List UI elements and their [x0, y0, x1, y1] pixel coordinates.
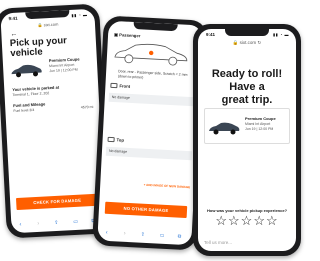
- car-image: [11, 64, 42, 78]
- parked-value: Terminal 1, Floor 2, 202: [12, 91, 50, 98]
- top-status[interactable]: No damage: [105, 146, 193, 161]
- share-icon[interactable]: ⇪: [141, 232, 146, 238]
- page-title: Ready to roll! Have a great trip.: [198, 68, 296, 108]
- car-datetime: Jun 19 | 12:00 PM: [245, 127, 274, 131]
- bookmarks-icon[interactable]: ▭: [159, 233, 164, 239]
- mileage-value: 4570 mi: [80, 104, 94, 110]
- lock-icon: 🔒: [232, 40, 239, 45]
- passenger-label: Passenger: [119, 32, 141, 39]
- phone-notch: [25, 9, 70, 20]
- add-image-link[interactable]: + ADD IMAGE OF NEW DAMAGE: [144, 183, 191, 189]
- pickup-screen: 9:41 ▮▮ ◔ ▬ 🔒 sixt.com ← Pick up your ve…: [0, 8, 106, 234]
- star-rating[interactable]: ☆☆☆☆☆: [198, 213, 296, 229]
- front-icon: [110, 82, 118, 89]
- browser-toolbar: ‹ › ⇪ ▭ ⧉: [11, 216, 105, 231]
- signal-icon: ▮▮ ◔ ▬: [272, 32, 289, 37]
- status-time: 9:41: [8, 15, 18, 22]
- car-location: Miami Int Airport: [245, 122, 271, 126]
- no-other-damage-button[interactable]: NO OTHER DAMAGE: [104, 201, 188, 219]
- camera-icon: ▣: [113, 31, 119, 38]
- car-datetime: Jun 19 | 12:00 PM: [49, 67, 78, 74]
- fuel-value: Fuel level 3/4: [13, 107, 35, 114]
- bookmarks-icon[interactable]: ▭: [73, 219, 78, 225]
- phone-notch: [225, 29, 269, 36]
- car-side-diagram[interactable]: [111, 39, 192, 69]
- damage-screen: ▣ Passenger Door, rear - Passenger side,…: [97, 20, 203, 246]
- url-text: sixt.com: [239, 40, 257, 45]
- status-time: 9:41: [206, 32, 216, 37]
- vehicle-card: Premium Coupe Miami Int Airport Jun 19 |…: [204, 108, 290, 144]
- fuel-label: Fuel and Mileage: [13, 101, 46, 109]
- forward-icon[interactable]: ›: [124, 231, 126, 237]
- feedback-input[interactable]: Tell us more...: [204, 240, 232, 245]
- url-bar[interactable]: 🔒 sixt.com: [1, 20, 95, 30]
- phone-damage: ▣ Passenger Door, rear - Passenger side,…: [92, 15, 208, 251]
- url-text: sixt.com: [43, 21, 59, 28]
- check-damage-button[interactable]: CHECK FOR DAMAGE: [15, 193, 99, 211]
- ready-screen: 9:41 ▮▮ ◔ ▬ 🔒 sixt.com ↻ Ready to roll! …: [198, 29, 296, 251]
- passenger-heading: ▣ Passenger: [114, 32, 141, 38]
- damage-note: Door, rear - Passenger side, Scratch < 2…: [117, 69, 188, 80]
- phone-ready: 9:41 ▮▮ ◔ ▬ 🔒 sixt.com ↻ Ready to roll! …: [193, 24, 301, 256]
- title-line-2: great trip.: [221, 94, 273, 107]
- forward-icon[interactable]: ›: [37, 221, 39, 227]
- tabs-icon[interactable]: ⧉: [177, 234, 181, 240]
- front-status[interactable]: No damage: [108, 92, 195, 107]
- share-icon[interactable]: ⇪: [54, 220, 59, 226]
- browser-toolbar: ‹ › ⇪ ▭ ⧉: [97, 228, 191, 243]
- title-line-1: Ready to roll! Have a: [211, 68, 283, 94]
- url-bar[interactable]: 🔒 sixt.com ↻: [198, 40, 296, 46]
- car-name: Premium Coupe: [48, 56, 80, 64]
- front-label: Front: [119, 83, 131, 89]
- back-icon[interactable]: ‹: [106, 230, 108, 236]
- top-icon: [107, 136, 115, 143]
- top-label: Top: [116, 137, 125, 143]
- vehicle-card: Premium Coupe Miami Int Airport Jun 19 |…: [9, 54, 94, 84]
- back-icon[interactable]: ‹: [19, 222, 21, 228]
- reload-icon[interactable]: ↻: [257, 40, 261, 45]
- car-image: [209, 122, 240, 135]
- phone-notch: [133, 21, 178, 32]
- signal-icon: ▮▮ ◔ ▬: [71, 12, 88, 18]
- car-name: Premium Coupe: [245, 116, 276, 121]
- lock-icon: 🔒: [37, 22, 43, 28]
